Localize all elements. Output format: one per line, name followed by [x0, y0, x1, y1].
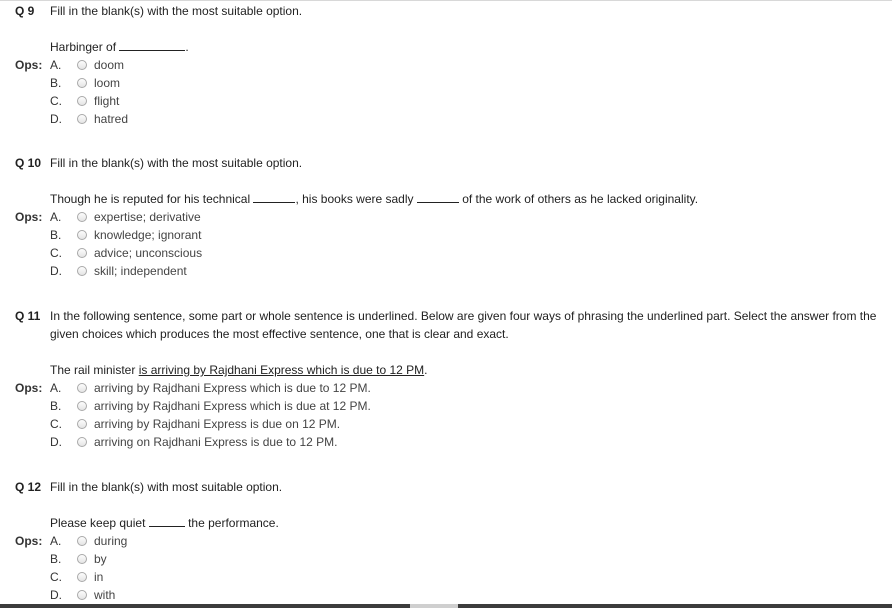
horizontal-scrollbar[interactable] [0, 604, 892, 608]
blank [148, 515, 185, 527]
option-letter: B. [50, 552, 62, 566]
option-text: skill; independent [94, 264, 187, 278]
option-letter: A. [50, 210, 62, 224]
option-letter: A. [50, 381, 62, 395]
option-letter: C. [50, 417, 62, 431]
radio-button[interactable] [77, 590, 87, 600]
option-d[interactable]: D. arriving on Rajdhani Express is due t… [0, 433, 892, 451]
option-a[interactable]: Ops: A. during [0, 532, 892, 550]
option-a[interactable]: Ops: A. expertise; derivative [0, 208, 892, 226]
option-text: arriving by Rajdhani Express which is du… [94, 399, 371, 413]
option-text: with [94, 588, 116, 602]
question-number: Q 12 [15, 480, 42, 494]
option-letter: B. [50, 399, 62, 413]
option-text: doom [94, 58, 125, 72]
question-stem: The rail minister is arriving by Rajdhan… [50, 363, 428, 377]
question-number: Q 10 [15, 156, 42, 170]
option-b[interactable]: B. by [0, 550, 892, 568]
option-letter: A. [50, 58, 62, 72]
radio-button[interactable] [77, 554, 87, 564]
ops-label: Ops: [15, 58, 43, 72]
scrollbar-thumb[interactable] [0, 604, 410, 608]
radio-button[interactable] [77, 536, 87, 546]
option-text: flight [94, 94, 120, 108]
option-text: arriving by Rajdhani Express which is du… [94, 381, 371, 395]
option-b[interactable]: B. knowledge; ignorant [0, 226, 892, 244]
option-text: expertise; derivative [94, 210, 201, 224]
radio-button[interactable] [77, 114, 87, 124]
radio-button[interactable] [77, 572, 87, 582]
question-prompt: Fill in the blank(s) with most suitable … [50, 480, 283, 494]
radio-button[interactable] [77, 248, 87, 258]
option-b[interactable]: B. loom [0, 74, 892, 92]
radio-button[interactable] [77, 212, 87, 222]
option-d[interactable]: D. with [0, 586, 892, 604]
option-c[interactable]: C. advice; unconscious [0, 244, 892, 262]
question-stem: Though he is reputed for his technical ,… [50, 191, 699, 206]
option-letter: D. [50, 264, 62, 278]
option-d[interactable]: D. skill; independent [0, 262, 892, 280]
option-text: during [94, 534, 128, 548]
option-text: arriving by Rajdhani Express is due on 1… [94, 417, 341, 431]
option-letter: D. [50, 588, 62, 602]
blank [416, 191, 459, 203]
radio-button[interactable] [77, 78, 87, 88]
question-prompt-line-1: In the following sentence, some part or … [50, 309, 877, 323]
option-letter: C. [50, 94, 62, 108]
option-letter: D. [50, 112, 62, 126]
question-prompt: Fill in the blank(s) with the most suita… [50, 4, 303, 18]
option-letter: C. [50, 570, 62, 584]
option-a[interactable]: Ops: A. doom [0, 56, 892, 74]
question-12: Q 12 Fill in the blank(s) with most suit… [0, 478, 892, 604]
option-letter: A. [50, 534, 62, 548]
question-number: Q 11 [15, 309, 41, 323]
radio-button[interactable] [77, 266, 87, 276]
option-letter: B. [50, 228, 62, 242]
question-stem: Please keep quiet the performance. [50, 515, 279, 530]
question-9: Q 9 Fill in the blank(s) with the most s… [0, 2, 892, 128]
blank [253, 191, 296, 203]
option-letter: B. [50, 76, 62, 90]
option-a[interactable]: Ops: A. arriving by Rajdhani Express whi… [0, 379, 892, 397]
option-text: hatred [94, 112, 129, 126]
radio-button[interactable] [77, 383, 87, 393]
option-c[interactable]: C. in [0, 568, 892, 586]
option-text: loom [94, 76, 121, 90]
radio-button[interactable] [77, 401, 87, 411]
ops-label: Ops: [15, 534, 43, 548]
question-prompt-line-2: given choices which produces the most ef… [50, 327, 509, 341]
option-text: arriving on Rajdhani Express is due to 1… [94, 435, 338, 449]
option-letter: D. [50, 435, 62, 449]
question-paper: Q 9 Fill in the blank(s) with the most s… [0, 0, 892, 608]
option-b[interactable]: B. arriving by Rajdhani Express which is… [0, 397, 892, 415]
radio-button[interactable] [77, 437, 87, 447]
question-stem: Harbinger of . [50, 39, 189, 54]
radio-button[interactable] [77, 96, 87, 106]
question-prompt: Fill in the blank(s) with the most suita… [50, 156, 303, 170]
blank [119, 39, 186, 51]
option-d[interactable]: D. hatred [0, 110, 892, 128]
question-number: Q 9 [15, 4, 35, 18]
option-text: in [94, 570, 104, 584]
option-c[interactable]: C. arriving by Rajdhani Express is due o… [0, 415, 892, 433]
radio-button[interactable] [77, 60, 87, 70]
question-11: Q 11 In the following sentence, some par… [0, 307, 892, 451]
option-c[interactable]: C. flight [0, 92, 892, 110]
option-text: by [94, 552, 107, 566]
scrollbar-thumb[interactable] [458, 604, 892, 608]
radio-button[interactable] [77, 419, 87, 429]
question-10: Q 10 Fill in the blank(s) with the most … [0, 154, 892, 280]
divider [0, 0, 892, 1]
ops-label: Ops: [15, 210, 43, 224]
radio-button[interactable] [77, 230, 87, 240]
option-text: advice; unconscious [94, 246, 203, 260]
underlined-part: is arriving by Rajdhani Express which is… [138, 363, 425, 377]
option-text: knowledge; ignorant [94, 228, 202, 242]
ops-label: Ops: [15, 381, 43, 395]
option-letter: C. [50, 246, 62, 260]
